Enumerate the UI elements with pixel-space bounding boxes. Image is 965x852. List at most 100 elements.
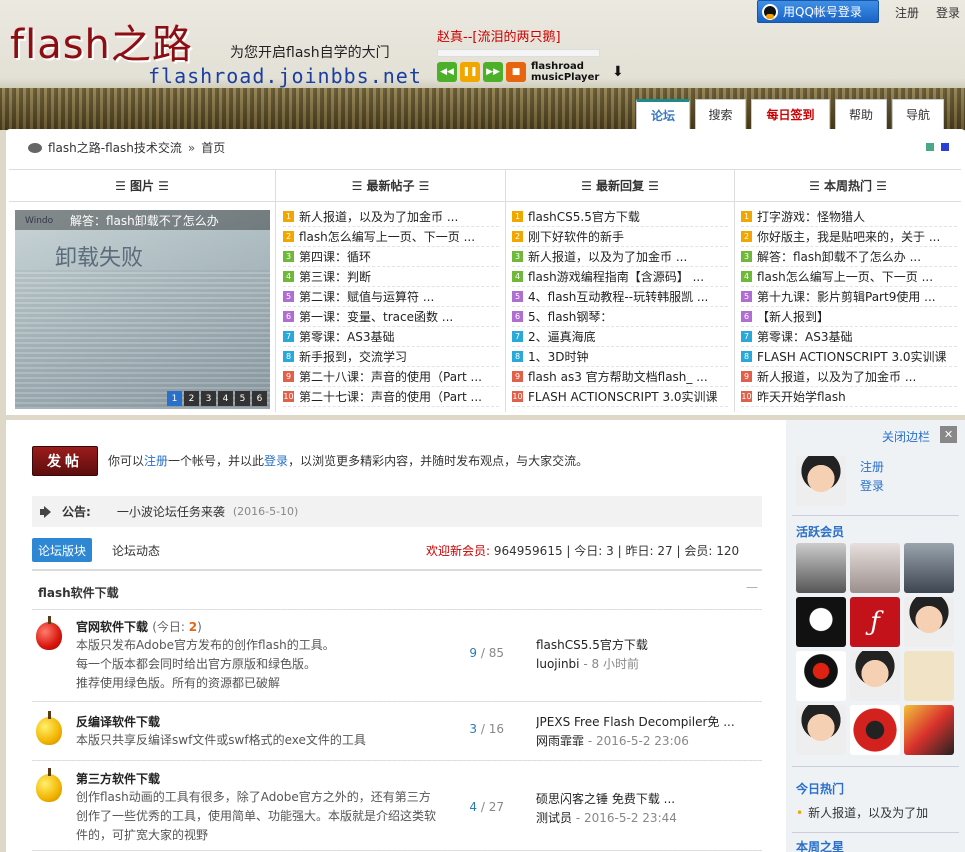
- slideshow-page-button[interactable]: 6: [252, 391, 267, 406]
- list-item[interactable]: 7 第零课：AS3基础: [741, 327, 957, 347]
- member-avatar[interactable]: [850, 651, 900, 701]
- member-avatar[interactable]: [850, 543, 900, 593]
- forum-last-post-title[interactable]: JPEXS Free Flash Decompiler免 ...: [536, 713, 756, 730]
- picture-slideshow[interactable]: Windo 卸载失败 解答：flash卸载不了怎么办 1 2 3 4 5 6: [15, 210, 270, 409]
- list-item[interactable]: 5 第二课：赋值与运算符 ...: [283, 287, 499, 307]
- list-item-title[interactable]: 第一课：变量、trace函数 ...: [299, 308, 453, 325]
- member-avatar[interactable]: [904, 543, 954, 593]
- slideshow-page-button[interactable]: 2: [184, 391, 199, 406]
- forum-last-post-user[interactable]: 测试员: [536, 811, 572, 825]
- slideshow-page-button[interactable]: 1: [167, 391, 182, 406]
- slideshow-page-button[interactable]: 4: [218, 391, 233, 406]
- list-item[interactable]: 9 新人报道，以及为了加金币 ...: [741, 367, 957, 387]
- forum-last-post-user[interactable]: 网雨霏霏: [536, 734, 584, 748]
- style-switch-blue-icon[interactable]: [941, 143, 949, 151]
- list-item[interactable]: 8 1、3D时钟: [512, 347, 728, 367]
- list-item-title[interactable]: 解答：flash卸载不了怎么办 ...: [757, 248, 921, 265]
- list-item[interactable]: 4 第三课：判断: [283, 267, 499, 287]
- slideshow-page-button[interactable]: 3: [201, 391, 216, 406]
- list-item-title[interactable]: FLASH ACTIONSCRIPT 3.0实训课: [528, 388, 718, 405]
- list-item-title[interactable]: 新手报到，交流学习: [299, 348, 407, 365]
- member-avatar[interactable]: [796, 543, 846, 593]
- list-item[interactable]: 2 刚下好软件的新手: [512, 227, 728, 247]
- forum-name-link[interactable]: 反编译软件下载: [76, 715, 160, 729]
- list-item[interactable]: 6 【新人报到】: [741, 307, 957, 327]
- list-item-title[interactable]: 第三课：判断: [299, 268, 371, 285]
- download-arrow-icon[interactable]: ⬇: [612, 64, 624, 80]
- today-hot-link[interactable]: 新人报道，以及为了加: [808, 806, 928, 820]
- nav-tab-search[interactable]: 搜索: [695, 99, 746, 129]
- list-item-title[interactable]: 你好版主，我是贴吧来的，关于 ...: [757, 228, 940, 245]
- list-item[interactable]: 3 解答：flash卸载不了怎么办 ...: [741, 247, 957, 267]
- member-avatar[interactable]: [904, 651, 954, 701]
- member-avatar[interactable]: [850, 705, 900, 755]
- list-item[interactable]: 8 FLASH ACTIONSCRIPT 3.0实训课: [741, 347, 957, 367]
- list-item[interactable]: 5 第十九课：影片剪辑Part9使用 ...: [741, 287, 957, 307]
- site-logo-title[interactable]: flash之路: [10, 12, 193, 70]
- list-item-title[interactable]: 第十九课：影片剪辑Part9使用 ...: [757, 288, 936, 305]
- close-icon[interactable]: ✕: [940, 426, 957, 443]
- new-member-link[interactable]: 964959615: [494, 544, 563, 558]
- list-item-title[interactable]: 第零课：AS3基础: [757, 328, 852, 345]
- list-item[interactable]: 8 新手报到，交流学习: [283, 347, 499, 367]
- forum-name-link[interactable]: 官网软件下载: [76, 620, 148, 634]
- prev-icon[interactable]: ◀◀: [437, 62, 457, 82]
- list-item[interactable]: 1 新人报道，以及为了加金币 ...: [283, 207, 499, 227]
- announcement-link[interactable]: 一小波论坛任务来袭: [117, 503, 225, 520]
- sidebar-register-link[interactable]: 注册: [860, 458, 884, 475]
- slideshow-caption[interactable]: 解答：flash卸载不了怎么办: [15, 210, 270, 230]
- nav-tab-navigation[interactable]: 导航: [892, 99, 944, 129]
- list-item-title[interactable]: flashCS5.5官方下载: [528, 208, 640, 225]
- member-avatar[interactable]: [904, 597, 954, 647]
- list-item-title[interactable]: 第四课：循环: [299, 248, 371, 265]
- list-item[interactable]: 5 4、flash互动教程--玩转韩服凯 ...: [512, 287, 728, 307]
- style-switch-green-icon[interactable]: [926, 143, 934, 151]
- section-title[interactable]: flash软件下载: [38, 584, 119, 601]
- list-item-title[interactable]: 新人报道，以及为了加金币 ...: [299, 208, 458, 225]
- list-item[interactable]: 10 昨天开始学flash: [741, 387, 957, 407]
- list-item[interactable]: 6 第一课：变量、trace函数 ...: [283, 307, 499, 327]
- list-item[interactable]: 10 第二十七课：声音的使用（Part ...: [283, 387, 499, 407]
- stop-icon[interactable]: ■: [506, 62, 526, 82]
- list-item-title[interactable]: 第二课：赋值与运算符 ...: [299, 288, 434, 305]
- list-item-title[interactable]: flash怎么编写上一页、下一页 ...: [757, 268, 933, 285]
- list-item-title[interactable]: 打字游戏：怪物猎人: [757, 208, 865, 225]
- list-item-title[interactable]: flash游戏编程指南【含源码】 ...: [528, 268, 704, 285]
- list-item[interactable]: 3 第四课：循环: [283, 247, 499, 267]
- list-item-title[interactable]: 第二十八课：声音的使用（Part ...: [299, 368, 482, 385]
- member-avatar[interactable]: [904, 705, 954, 755]
- list-item-title[interactable]: 刚下好软件的新手: [528, 228, 624, 245]
- nav-tab-forum[interactable]: 论坛: [636, 99, 690, 129]
- list-item[interactable]: 10 FLASH ACTIONSCRIPT 3.0实训课: [512, 387, 728, 407]
- list-item-title[interactable]: 1、3D时钟: [528, 348, 589, 365]
- list-item[interactable]: 6 5、flash钢琴：: [512, 307, 728, 327]
- list-item[interactable]: 7 第零课：AS3基础: [283, 327, 499, 347]
- list-item-title[interactable]: 新人报道，以及为了加金币 ...: [528, 248, 687, 265]
- slideshow-page-button[interactable]: 5: [235, 391, 250, 406]
- list-item-title[interactable]: 新人报道，以及为了加金币 ...: [757, 368, 916, 385]
- list-item-title[interactable]: 【新人报到】: [757, 308, 829, 325]
- list-item[interactable]: 2 flash怎么编写上一页、下一页 ...: [283, 227, 499, 247]
- list-item[interactable]: 2 你好版主，我是贴吧来的，关于 ...: [741, 227, 957, 247]
- list-item-title[interactable]: 第二十七课：声音的使用（Part ...: [299, 388, 482, 405]
- list-item[interactable]: 9 flash as3 官方帮助文档flash_ ...: [512, 367, 728, 387]
- member-avatar[interactable]: [796, 651, 846, 701]
- list-item-title[interactable]: 4、flash互动教程--玩转韩服凯 ...: [528, 288, 708, 305]
- list-item-title[interactable]: 2、逼真海底: [528, 328, 596, 345]
- list-item[interactable]: 4 flash游戏编程指南【含源码】 ...: [512, 267, 728, 287]
- tab-forum-activity[interactable]: 论坛动态: [106, 538, 166, 562]
- list-item[interactable]: 1 打字游戏：怪物猎人: [741, 207, 957, 227]
- qq-login-button[interactable]: 用QQ帐号登录: [757, 0, 879, 23]
- next-icon[interactable]: ▶▶: [483, 62, 503, 82]
- list-item[interactable]: 3 新人报道，以及为了加金币 ...: [512, 247, 728, 267]
- tab-forum-boards[interactable]: 论坛版块: [32, 538, 93, 562]
- new-post-button[interactable]: 发帖: [32, 446, 98, 476]
- forum-last-post-title[interactable]: 硕思闪客之锤 免费下载 ...: [536, 790, 756, 807]
- flash-player-icon[interactable]: ƒ: [850, 597, 900, 647]
- list-item-title[interactable]: 5、flash钢琴：: [528, 308, 612, 325]
- music-player-progress[interactable]: [437, 49, 600, 57]
- login-link[interactable]: 登录: [936, 4, 960, 21]
- register-prompt-register-link[interactable]: 注册: [144, 454, 168, 468]
- list-item-title[interactable]: FLASH ACTIONSCRIPT 3.0实训课: [757, 348, 947, 365]
- list-item[interactable]: 7 2、逼真海底: [512, 327, 728, 347]
